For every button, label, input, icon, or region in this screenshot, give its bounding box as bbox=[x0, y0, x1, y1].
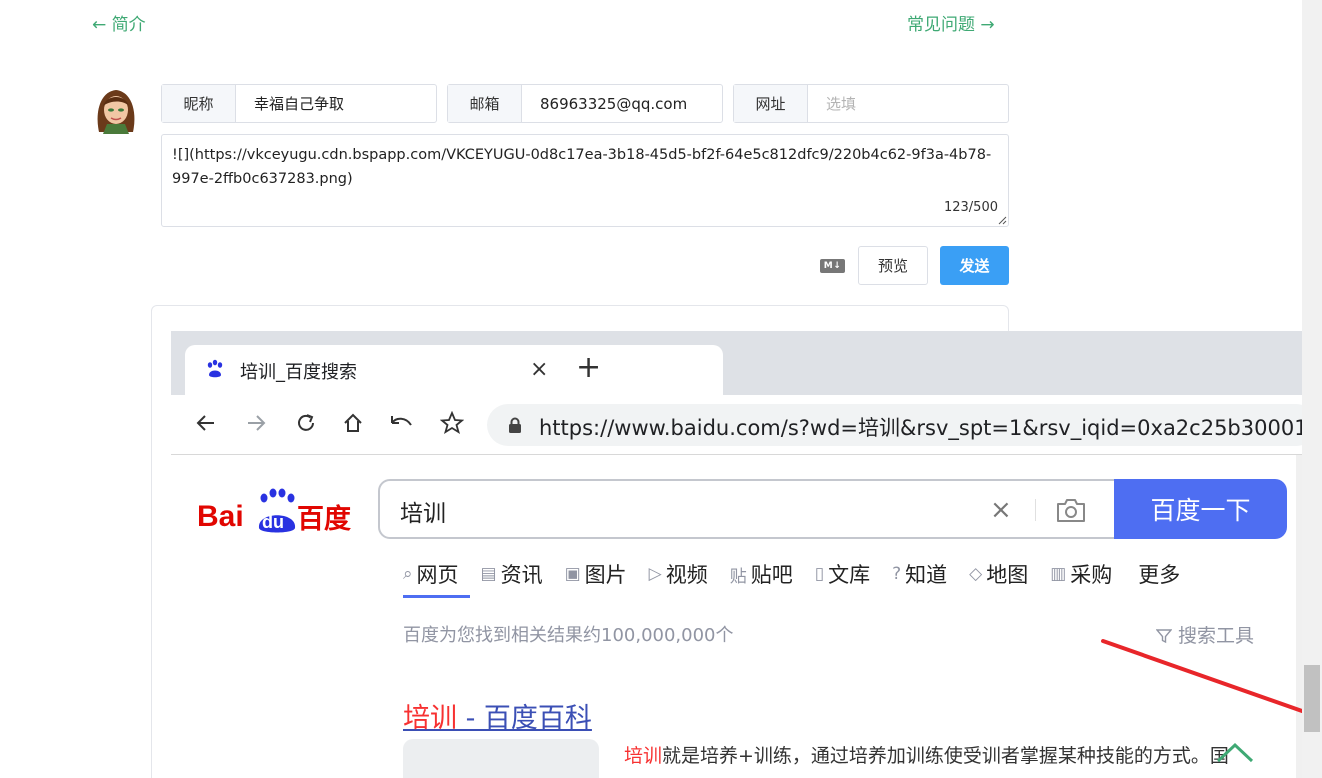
baidu-tab: 更多 bbox=[1134, 559, 1180, 589]
baidu-logo-bai: Bai bbox=[197, 500, 244, 533]
baidu-tab: ▷ 视频 bbox=[649, 559, 708, 589]
email-label: 邮箱 bbox=[448, 85, 522, 122]
baidu-tab: ? 知道 bbox=[892, 559, 947, 589]
char-counter: 123/500 bbox=[943, 200, 998, 215]
tab-label: 地图 bbox=[986, 563, 1029, 587]
preview-button[interactable]: 预览 bbox=[858, 246, 928, 285]
tab-label: 贴吧 bbox=[750, 563, 793, 587]
result-count: 百度为您找到相关结果约100,000,000个 bbox=[403, 625, 734, 646]
resize-grip-icon[interactable] bbox=[998, 216, 1007, 225]
result-snippet-highlight: 培训 bbox=[624, 745, 663, 767]
browser-tab-bar: 培训_百度搜索 × + bbox=[171, 331, 1302, 395]
page-scrollbar-thumb[interactable] bbox=[1304, 665, 1320, 732]
nickname-input[interactable]: 幸福自己争取 bbox=[236, 85, 436, 122]
baidu-logo-cn: 百度 bbox=[297, 503, 351, 535]
tab-label: 网页 bbox=[416, 563, 459, 587]
baidu-tabs: ⌕ 网页 ▤ 资讯 ▣ 图片 ▷ 视频 贴贴吧 ▯ 文库 ? 知道 ◇ 地图 ▥ 采购 更多 bbox=[403, 559, 1202, 589]
tab-icon: ▤ bbox=[480, 564, 497, 584]
annotation-arrow-icon bbox=[1101, 639, 1302, 713]
back-arrow-icon bbox=[191, 408, 221, 438]
tab-icon: ? bbox=[892, 564, 902, 584]
baidu-tab: ◇ 地图 bbox=[969, 559, 1028, 589]
website-input[interactable]: 选填 bbox=[808, 85, 1008, 122]
page: ← 简介 常见问题 → 昵称 幸福自己争取 邮箱 86963325@qq.com… bbox=[0, 0, 1322, 778]
baidu-tab: ▣ 图片 bbox=[565, 559, 627, 589]
address-bar: https://www.baidu.com/s?wd=培训&rsv_spt=1&… bbox=[487, 404, 1302, 446]
tab-label: 图片 bbox=[584, 563, 627, 587]
email-input[interactable]: 86963325@qq.com bbox=[522, 85, 722, 122]
browser-tab: 培训_百度搜索 × bbox=[185, 345, 723, 395]
search-separator bbox=[1035, 499, 1036, 521]
tab-label: 文库 bbox=[828, 563, 871, 587]
clear-icon: × bbox=[990, 495, 1012, 525]
preview-screenshot-image: 培训_百度搜索 × + https://www.baidu.com/s?wd=培… bbox=[171, 331, 1302, 778]
nickname-label: 昵称 bbox=[162, 85, 236, 122]
email-field[interactable]: 邮箱 86963325@qq.com bbox=[447, 84, 723, 123]
undo-icon bbox=[386, 408, 416, 438]
star-icon bbox=[437, 408, 467, 438]
baidu-query-text: 培训 bbox=[400, 501, 446, 527]
nickname-field[interactable]: 昵称 幸福自己争取 bbox=[161, 84, 437, 123]
tab-label: 视频 bbox=[665, 563, 708, 587]
home-icon bbox=[338, 408, 368, 438]
baidu-tab: ⌕ 网页 bbox=[403, 559, 459, 589]
page-scrollbar[interactable] bbox=[1302, 0, 1322, 778]
baidu-paw-icon bbox=[207, 359, 223, 378]
next-post-link[interactable]: 常见问题 → bbox=[907, 10, 995, 35]
baidu-tab: ▥ 采购 bbox=[1050, 559, 1112, 589]
website-field[interactable]: 网址 选填 bbox=[733, 84, 1009, 123]
result-snippet: 培训就是培养+训练，通过培养加训练使受训者掌握某种技能的方式。国 bbox=[624, 741, 1229, 768]
baidu-tab: ▤ 资讯 bbox=[481, 559, 543, 589]
new-tab-icon: + bbox=[576, 350, 602, 385]
active-tab-underline bbox=[403, 595, 470, 598]
result-title-rest: - 百度百科 bbox=[457, 703, 592, 734]
baidu-search-button: 百度一下 bbox=[1114, 479, 1287, 539]
camera-icon bbox=[1057, 499, 1085, 522]
lock-icon bbox=[509, 417, 521, 433]
comment-textarea[interactable]: ![](https://vkceyugu.cdn.bspapp.com/VKCE… bbox=[161, 134, 1009, 227]
avatar bbox=[91, 84, 141, 134]
tab-icon: ▷ bbox=[648, 564, 662, 584]
result-snippet-rest: 就是培养+训练，通过培养加训练使受训者掌握某种技能的方式。国 bbox=[662, 745, 1229, 767]
tab-label: 更多 bbox=[1138, 563, 1181, 587]
baidu-logo-du: du bbox=[262, 512, 284, 532]
markdown-icon[interactable]: M↓ bbox=[820, 259, 845, 273]
prev-post-link[interactable]: ← 简介 bbox=[92, 10, 146, 35]
tab-icon: ⌕ bbox=[403, 564, 413, 584]
baidu-logo: Bai du 百度 bbox=[197, 486, 357, 536]
tab-icon: ▣ bbox=[564, 564, 581, 584]
tab-icon: ▥ bbox=[1050, 564, 1067, 584]
browser-toolbar: https://www.baidu.com/s?wd=培训&rsv_spt=1&… bbox=[171, 395, 1302, 455]
back-to-top-icon bbox=[1216, 742, 1254, 763]
tab-icon: ◇ bbox=[969, 564, 983, 584]
comment-text: ![](https://vkceyugu.cdn.bspapp.com/VKCE… bbox=[172, 147, 992, 187]
tab-label: 知道 bbox=[905, 563, 948, 587]
reload-icon bbox=[291, 408, 321, 438]
tab-label: 资讯 bbox=[500, 563, 543, 587]
tab-label: 采购 bbox=[1070, 563, 1113, 587]
tab-icon: ▯ bbox=[814, 564, 825, 584]
result-title-highlight: 培训 bbox=[403, 703, 457, 734]
url-text: https://www.baidu.com/s?wd=培训&rsv_spt=1&… bbox=[539, 416, 1302, 440]
tab-icon: 贴 bbox=[729, 566, 747, 587]
tab-title: 培训_百度搜索 bbox=[240, 362, 357, 383]
baidu-search-box: 培训 × bbox=[378, 479, 1118, 539]
baidu-tab: 贴贴吧 bbox=[730, 559, 793, 589]
result-title: 培训 - 百度百科 bbox=[403, 696, 592, 735]
send-button[interactable]: 发送 bbox=[940, 246, 1009, 285]
result-thumbnail bbox=[403, 739, 599, 778]
baidu-tab: ▯ 文库 bbox=[815, 559, 870, 589]
website-label: 网址 bbox=[734, 85, 808, 122]
tab-close-icon: × bbox=[530, 357, 549, 382]
forward-arrow-icon bbox=[241, 408, 271, 438]
